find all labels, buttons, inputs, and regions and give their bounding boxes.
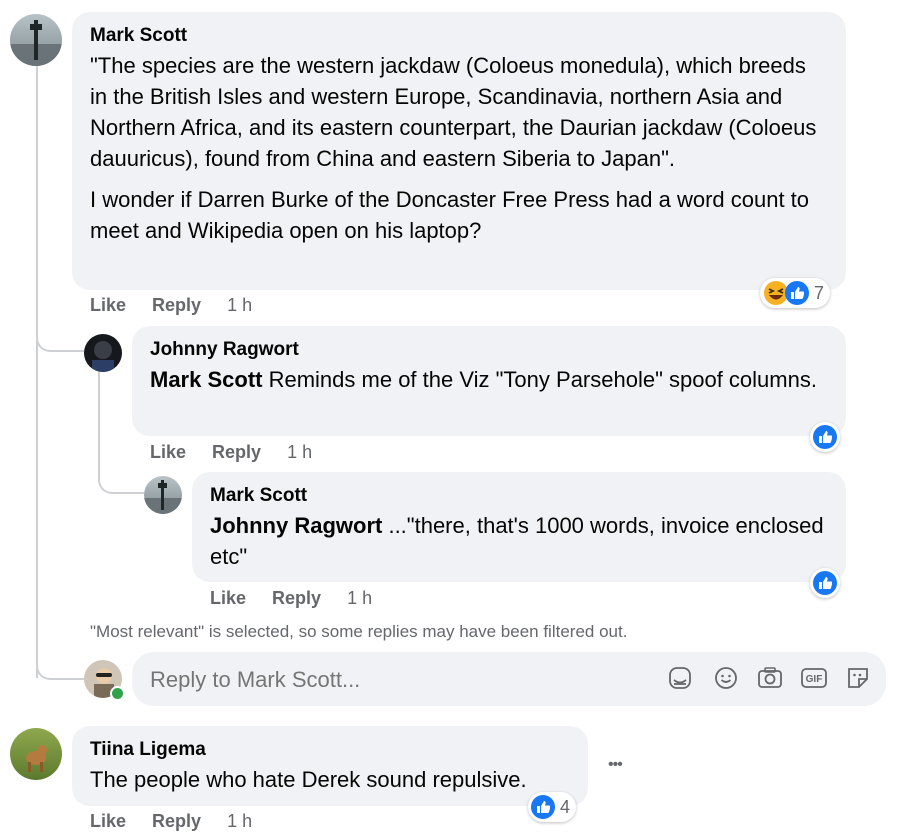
comment-text: "The species are the western jackdaw (Co…	[90, 53, 817, 171]
reaction-summary[interactable]	[810, 422, 840, 452]
comment-author[interactable]: Mark Scott	[90, 24, 828, 48]
thread-line	[36, 66, 38, 678]
comment-actions: Like Reply 1 h	[210, 588, 372, 609]
avatar-photo	[92, 341, 114, 372]
timestamp[interactable]: 1 h	[347, 588, 372, 609]
online-status-dot	[110, 686, 125, 701]
reply-button[interactable]: Reply	[152, 295, 201, 316]
reply-input[interactable]	[148, 664, 632, 696]
timestamp[interactable]: 1 h	[287, 442, 312, 463]
avatar-photo	[26, 745, 47, 772]
comment-text: Mark Scott Reminds me of the Viz "Tony P…	[150, 364, 828, 395]
like-button[interactable]: Like	[210, 588, 246, 609]
avatar	[84, 660, 125, 701]
like-button[interactable]: Like	[90, 811, 126, 832]
sticker-face-icon[interactable]	[844, 664, 872, 692]
like-button[interactable]: Like	[150, 442, 186, 463]
thread-line	[98, 370, 100, 470]
timestamp[interactable]: 1 h	[227, 811, 252, 832]
reaction-summary[interactable]	[810, 568, 840, 598]
reaction-count: 4	[560, 796, 571, 817]
comment-text: I wonder if Darren Burke of the Doncaste…	[90, 187, 810, 243]
mention-link[interactable]: Johnny Ragwort	[210, 513, 382, 538]
comment-text: The people who hate Derek sound repulsiv…	[90, 767, 527, 792]
reply-button[interactable]: Reply	[272, 588, 321, 609]
avatar-photo	[144, 480, 182, 514]
thread-connector	[36, 320, 84, 352]
reaction-count: 7	[814, 282, 825, 303]
comment-bubble: Johnny Ragwort Mark Scott Reminds me of …	[132, 326, 846, 436]
avatar[interactable]	[144, 476, 182, 514]
avatar[interactable]	[84, 334, 122, 372]
comment-actions: Like Reply 1 h	[90, 295, 252, 316]
emoji-icon[interactable]	[712, 664, 740, 692]
like-reaction-icon	[785, 281, 809, 305]
like-button[interactable]: Like	[90, 295, 126, 316]
like-reaction-icon	[813, 571, 837, 595]
filter-notice: "Most relevant" is selected, so some rep…	[90, 622, 628, 641]
comment-bubble: Mark Scott Johnny Ragwort ..."there, tha…	[192, 472, 846, 582]
thread-connector	[36, 650, 84, 680]
thread-connector	[98, 466, 144, 494]
avatar[interactable]	[10, 728, 62, 780]
comment-actions: Like Reply 1 h	[90, 811, 252, 832]
camera-icon[interactable]	[756, 664, 784, 692]
reaction-summary[interactable]: 4	[528, 792, 577, 822]
reply-button[interactable]: Reply	[212, 442, 261, 463]
like-reaction-icon	[531, 795, 555, 819]
gif-label: GIF	[806, 674, 823, 685]
avatar[interactable]	[10, 14, 62, 66]
mention-link[interactable]: Mark Scott	[150, 367, 262, 392]
reply-input-box[interactable]: GIF	[132, 652, 886, 706]
comment-bubble: Mark Scott "The species are the western …	[72, 12, 846, 290]
more-options-icon[interactable]: •••	[608, 756, 623, 774]
comment-author[interactable]: Johnny Ragwort	[150, 338, 828, 362]
comment-bubble: Tiina Ligema The people who hate Derek s…	[72, 726, 588, 806]
comment-author[interactable]: Tiina Ligema	[90, 738, 570, 762]
gif-icon[interactable]: GIF	[800, 664, 828, 692]
sticker-icon[interactable]	[666, 664, 694, 692]
like-reaction-icon	[813, 425, 837, 449]
timestamp[interactable]: 1 h	[227, 295, 252, 316]
reaction-summary[interactable]: 7	[760, 278, 831, 308]
comment-actions: Like Reply 1 h	[150, 442, 312, 463]
comment-author[interactable]: Mark Scott	[210, 484, 828, 508]
reply-button[interactable]: Reply	[152, 811, 201, 832]
avatar-photo	[10, 20, 62, 66]
comment-text-rest: Reminds me of the Viz "Tony Parsehole" s…	[262, 367, 817, 392]
comment-text: Johnny Ragwort ..."there, that's 1000 wo…	[210, 510, 828, 572]
